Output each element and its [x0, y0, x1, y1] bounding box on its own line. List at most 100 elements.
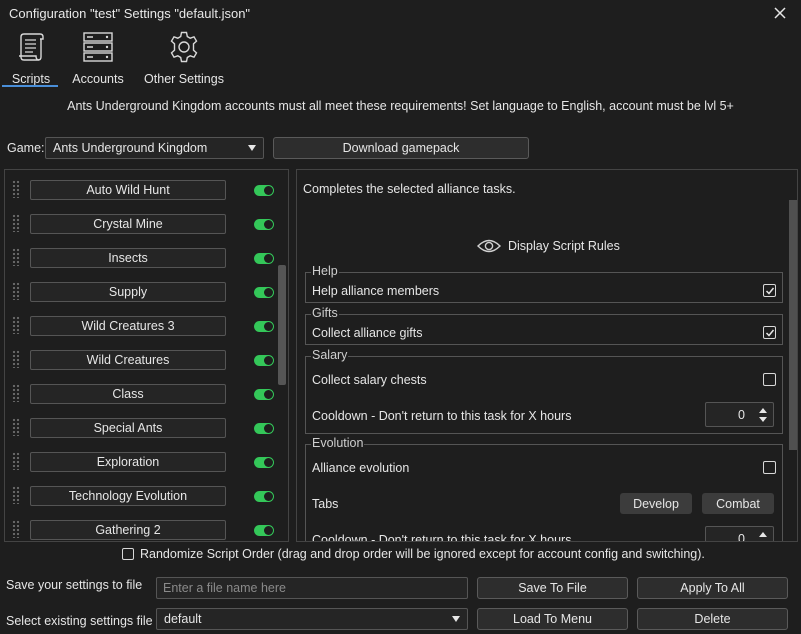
script-button[interactable]: Technology Evolution	[30, 486, 226, 506]
server-icon	[83, 32, 113, 62]
script-button[interactable]: Crystal Mine	[30, 214, 226, 234]
settings-file-value: default	[164, 612, 202, 626]
drag-handle-icon[interactable]	[12, 418, 20, 436]
script-toggle[interactable]	[254, 355, 274, 366]
download-gamepack-button[interactable]: Download gamepack	[273, 137, 529, 159]
script-row[interactable]: Class	[5, 376, 275, 410]
script-toggle[interactable]	[254, 287, 274, 298]
script-toggle[interactable]	[254, 423, 274, 434]
script-button[interactable]: Gathering 2	[30, 520, 226, 540]
script-row[interactable]: Insects	[5, 240, 275, 274]
script-row[interactable]: Exploration	[5, 444, 275, 478]
help-group-title: Help	[311, 264, 339, 278]
script-button[interactable]: Special Ants	[30, 418, 226, 438]
combat-tab-button[interactable]: Combat	[702, 493, 774, 514]
drag-handle-icon[interactable]	[12, 214, 20, 232]
load-to-menu-button[interactable]: Load To Menu	[477, 608, 628, 630]
script-button[interactable]: Wild Creatures	[30, 350, 226, 370]
help-option-label: Help alliance members	[312, 284, 440, 298]
salary-cooldown-spinbox[interactable]: 0	[705, 402, 774, 427]
drag-handle-icon[interactable]	[12, 248, 20, 266]
develop-tab-button[interactable]: Develop	[620, 493, 692, 514]
script-description: Completes the selected alliance tasks.	[303, 182, 516, 196]
drag-handle-icon[interactable]	[12, 180, 20, 198]
script-button[interactable]: Wild Creatures 3	[30, 316, 226, 336]
file-name-input[interactable]	[156, 577, 468, 599]
help-alliance-checkbox[interactable]	[763, 284, 776, 297]
spin-down-icon[interactable]	[759, 417, 767, 422]
drag-handle-icon[interactable]	[12, 316, 20, 334]
tab-scripts[interactable]: Scripts	[6, 28, 56, 88]
script-toggle[interactable]	[254, 253, 274, 264]
evolution-cooldown-label: Cooldown - Don't return to this task for…	[312, 533, 572, 542]
drag-handle-icon[interactable]	[12, 282, 20, 300]
script-list-scrollbar[interactable]	[278, 265, 286, 385]
drag-handle-icon[interactable]	[12, 350, 20, 368]
script-toggle[interactable]	[254, 491, 274, 502]
alliance-evolution-checkbox[interactable]	[763, 461, 776, 474]
tab-other-settings[interactable]: Other Settings	[144, 28, 224, 88]
randomize-order-option[interactable]: Randomize Script Order (drag and drop or…	[122, 547, 705, 561]
window-title: Configuration "test" Settings "default.j…	[9, 6, 251, 21]
collect-gifts-checkbox[interactable]	[763, 326, 776, 339]
drag-handle-icon[interactable]	[12, 486, 20, 504]
eye-icon	[477, 239, 501, 253]
gifts-group-title: Gifts	[311, 306, 339, 320]
script-toggle[interactable]	[254, 185, 274, 196]
evolution-cooldown-spinbox[interactable]: 0	[705, 526, 774, 542]
scroll-icon	[19, 33, 44, 61]
spin-up-icon[interactable]	[759, 408, 767, 413]
script-button[interactable]: Auto Wild Hunt	[30, 180, 226, 200]
script-button[interactable]: Exploration	[30, 452, 226, 472]
evolution-tabs-label: Tabs	[312, 497, 339, 511]
tab-accounts[interactable]: Accounts	[69, 28, 127, 88]
drag-handle-icon[interactable]	[12, 520, 20, 538]
settings-file-select[interactable]: default	[156, 608, 468, 630]
close-button[interactable]	[768, 2, 792, 24]
script-row[interactable]: Gathering 2	[5, 512, 275, 541]
script-toggle[interactable]	[254, 525, 274, 536]
script-row[interactable]: Crystal Mine	[5, 206, 275, 240]
script-toggle[interactable]	[254, 457, 274, 468]
display-script-rules-button[interactable]: Display Script Rules	[477, 238, 620, 254]
script-button[interactable]: Insects	[30, 248, 226, 268]
tab-label: Other Settings	[144, 72, 224, 86]
salary-option-label: Collect salary chests	[312, 373, 427, 387]
script-button[interactable]: Supply	[30, 282, 226, 302]
script-row[interactable]: Wild Creatures 3	[5, 308, 275, 342]
apply-to-all-button[interactable]: Apply To All	[637, 577, 788, 599]
checkmark-icon	[765, 287, 774, 295]
script-list[interactable]: Auto Wild Hunt Crystal Mine Insects Supp…	[4, 169, 289, 542]
evolution-group-title: Evolution	[311, 436, 365, 450]
checkmark-icon	[765, 329, 774, 337]
script-row[interactable]: Wild Creatures	[5, 342, 275, 376]
chevron-down-icon	[248, 145, 256, 151]
script-row[interactable]: Technology Evolution	[5, 478, 275, 512]
script-row[interactable]: Special Ants	[5, 410, 275, 444]
script-row[interactable]: Supply	[5, 274, 275, 308]
drag-handle-icon[interactable]	[12, 384, 20, 402]
script-toggle[interactable]	[254, 321, 274, 332]
script-row[interactable]: Auto Wild Hunt	[5, 172, 275, 206]
delete-button[interactable]: Delete	[637, 608, 788, 630]
game-select[interactable]: Ants Underground Kingdom	[45, 137, 264, 159]
script-toggle[interactable]	[254, 219, 274, 230]
script-button[interactable]: Class	[30, 384, 226, 404]
game-label: Game:	[7, 141, 45, 155]
salary-cooldown-label: Cooldown - Don't return to this task for…	[312, 409, 572, 423]
spin-up-icon[interactable]	[759, 532, 767, 537]
gear-icon	[170, 31, 198, 63]
randomize-order-checkbox[interactable]	[122, 548, 134, 560]
collect-salary-checkbox[interactable]	[763, 373, 776, 386]
spin-down-icon[interactable]	[759, 541, 767, 542]
tab-label: Accounts	[72, 72, 124, 86]
script-toggle[interactable]	[254, 389, 274, 400]
drag-handle-icon[interactable]	[12, 452, 20, 470]
details-scrollbar[interactable]	[789, 200, 797, 450]
save-to-file-button[interactable]: Save To File	[477, 577, 628, 599]
evolution-group: Evolution Alliance evolution Tabs Develo…	[305, 436, 783, 542]
evolution-option-label: Alliance evolution	[312, 461, 410, 475]
script-details-panel[interactable]: Completes the selected alliance tasks. D…	[296, 169, 798, 542]
salary-group-title: Salary	[311, 348, 349, 362]
select-settings-label: Select existing settings file	[6, 614, 153, 628]
